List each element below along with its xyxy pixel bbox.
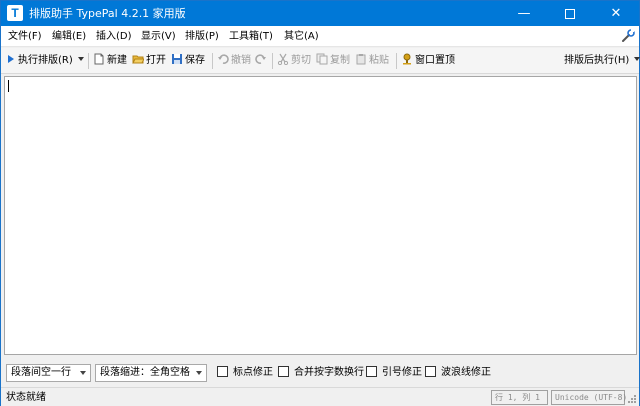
chevron-down-icon[interactable] <box>77 57 84 61</box>
encoding-indicator: Unicode (UTF-8) <box>551 390 627 405</box>
undo-label: 撤销 <box>231 55 251 66</box>
toolbar-divider <box>272 53 273 69</box>
checkbox-box[interactable] <box>217 366 228 377</box>
paragraph-spacing-value: 段落间空一行 <box>11 367 71 378</box>
paste-icon <box>356 54 366 65</box>
menu-toolbox[interactable]: 工具箱(T) <box>229 26 273 47</box>
options-bar: 段落间空一行 段落缩进：全角空格 标点修正 合并按字数换行 引号修正 波浪线修正 <box>1 362 639 384</box>
toolbar-divider <box>212 53 213 69</box>
checkbox-box[interactable] <box>278 366 289 377</box>
new-button[interactable]: 新建 <box>93 52 127 70</box>
menu-insert[interactable]: 插入(D) <box>96 26 132 47</box>
paste-button[interactable]: 粘贴 <box>355 52 389 70</box>
punctuation-fix-checkbox[interactable]: 标点修正 <box>217 366 273 380</box>
menu-other[interactable]: 其它(A) <box>284 26 319 47</box>
new-document-icon <box>94 53 104 65</box>
pin-window-button[interactable]: 窗口置顶 <box>401 52 455 70</box>
copy-label: 复制 <box>330 55 350 66</box>
open-label: 打开 <box>146 55 166 66</box>
copy-button[interactable]: 复制 <box>316 52 350 70</box>
after-run-dropdown[interactable]: 排版后执行(H) <box>564 52 640 70</box>
run-layout-button[interactable]: 执行排版(R) <box>8 52 84 70</box>
paragraph-indent-value: 段落缩进：全角空格 <box>100 367 190 378</box>
title-bar: T 排版助手 TypePal 4.2.1 家用版 — ✕ <box>1 1 639 26</box>
menu-layout[interactable]: 排版(P) <box>185 26 219 47</box>
checkbox-box[interactable] <box>366 366 377 377</box>
text-editor[interactable] <box>4 76 637 355</box>
checkbox-box[interactable] <box>425 366 436 377</box>
merge-wrap-label: 合并按字数换行 <box>294 367 364 378</box>
undo-icon <box>218 54 229 64</box>
chevron-down-icon <box>634 57 640 61</box>
punctuation-fix-label: 标点修正 <box>233 367 273 378</box>
paragraph-indent-select[interactable]: 段落缩进：全角空格 <box>95 364 207 382</box>
play-icon <box>8 55 14 63</box>
close-button[interactable]: ✕ <box>593 1 639 26</box>
menu-view[interactable]: 显示(V) <box>141 26 176 47</box>
paste-label: 粘贴 <box>369 55 389 66</box>
text-caret <box>8 80 9 92</box>
window-title: 排版助手 TypePal 4.2.1 家用版 <box>29 7 186 20</box>
copy-icon <box>316 53 328 65</box>
pin-window-label: 窗口置顶 <box>415 55 455 66</box>
undo-button[interactable]: 撤销 <box>217 52 251 70</box>
after-run-label: 排版后执行(H) <box>564 55 630 66</box>
status-bar: 状态就绪 行 1, 列 1 Unicode (UTF-8) <box>1 387 639 406</box>
redo-icon <box>255 54 266 64</box>
menu-bar: 文件(F) 编辑(E) 插入(D) 显示(V) 排版(P) 工具箱(T) 其它(… <box>1 26 639 47</box>
chevron-down-icon <box>196 371 202 375</box>
chevron-down-icon <box>80 371 86 375</box>
app-window: T 排版助手 TypePal 4.2.1 家用版 — ✕ 文件(F) 编辑(E)… <box>0 0 640 406</box>
paragraph-spacing-select[interactable]: 段落间空一行 <box>6 364 91 382</box>
quote-fix-label: 引号修正 <box>382 367 422 378</box>
tilde-fix-label: 波浪线修正 <box>441 367 491 378</box>
maximize-button[interactable] <box>547 1 593 26</box>
minimize-button[interactable]: — <box>501 1 547 26</box>
wrench-icon[interactable] <box>621 29 635 43</box>
cut-label: 剪切 <box>291 55 311 66</box>
cut-button[interactable]: 剪切 <box>277 52 311 70</box>
toolbar-divider <box>88 53 89 69</box>
toolbar: 执行排版(R) 新建 打开 保存 撤销 剪切 复制 粘贴 窗口置顶 排版后执行(… <box>1 48 640 74</box>
quote-fix-checkbox[interactable]: 引号修正 <box>366 366 422 380</box>
pin-icon <box>403 53 411 65</box>
cursor-position: 行 1, 列 1 <box>491 390 548 405</box>
new-label: 新建 <box>107 55 127 66</box>
folder-open-icon <box>132 55 144 64</box>
tilde-fix-checkbox[interactable]: 波浪线修正 <box>425 366 491 380</box>
save-icon <box>172 54 182 64</box>
app-icon: T <box>7 5 23 21</box>
maximize-icon <box>565 8 575 19</box>
redo-button[interactable] <box>255 52 269 70</box>
scissors-icon <box>277 53 289 65</box>
resize-grip-icon[interactable] <box>627 394 637 404</box>
toolbar-divider <box>396 53 397 69</box>
status-text: 状态就绪 <box>6 392 46 403</box>
save-button[interactable]: 保存 <box>171 52 205 70</box>
menu-file[interactable]: 文件(F) <box>8 26 42 47</box>
menu-edit[interactable]: 编辑(E) <box>52 26 86 47</box>
save-label: 保存 <box>185 55 205 66</box>
run-layout-label: 执行排版(R) <box>18 55 73 66</box>
open-button[interactable]: 打开 <box>132 52 166 70</box>
merge-wrap-checkbox[interactable]: 合并按字数换行 <box>278 366 364 380</box>
